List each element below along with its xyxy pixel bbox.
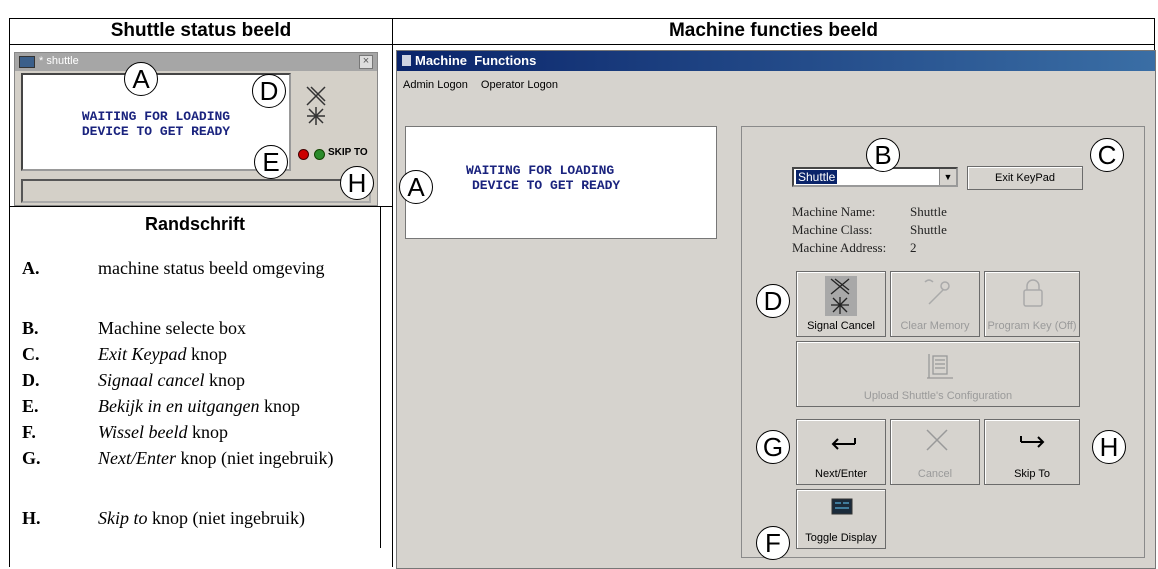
shuttle-titlebar: * shuttle × bbox=[15, 53, 377, 71]
clear-memory-label: Clear Memory bbox=[900, 320, 970, 332]
machine-functions-heading: Machine functies beeld bbox=[668, 20, 879, 41]
program-key-button[interactable]: Program Key (Off) bbox=[984, 271, 1080, 337]
legend-key: H. bbox=[22, 508, 41, 528]
monitor-icon bbox=[831, 498, 853, 515]
close-icon[interactable]: × bbox=[359, 55, 373, 69]
callout-b: B bbox=[866, 138, 900, 172]
callout-c: C bbox=[1090, 138, 1124, 172]
machine-address-label: Machine Address: bbox=[792, 240, 887, 255]
status-line-2: DEVICE TO GET READY bbox=[81, 124, 231, 139]
legend-key: E. bbox=[22, 396, 39, 416]
legend-key: D. bbox=[22, 370, 40, 390]
legend-key: F. bbox=[22, 422, 36, 442]
top-rule bbox=[9, 18, 1155, 19]
app-icon bbox=[402, 55, 411, 66]
chevron-down-icon[interactable]: ▼ bbox=[939, 169, 956, 185]
legend-heading: Randschrift bbox=[144, 214, 245, 234]
legend-text: knop bbox=[259, 396, 300, 416]
callout-g: G bbox=[756, 430, 790, 464]
exit-keypad-label: Exit KeyPad bbox=[995, 172, 1055, 184]
next-enter-label: Next/Enter bbox=[815, 468, 867, 480]
callout-f: F bbox=[756, 526, 790, 560]
machine-title-text: Machine Functions bbox=[415, 53, 537, 68]
app-icon bbox=[19, 56, 35, 68]
skip-to-button[interactable]: SKIP TO bbox=[328, 147, 368, 158]
legend-text: knop (niet ingebruik) bbox=[147, 508, 305, 528]
toggle-display-label: Toggle Display bbox=[805, 532, 877, 544]
legend-key: C. bbox=[22, 344, 40, 364]
callout-h: H bbox=[1092, 430, 1126, 464]
cancel-label: Cancel bbox=[917, 468, 953, 480]
left-rule bbox=[9, 18, 10, 567]
machine-name-value: Shuttle bbox=[910, 204, 947, 219]
shuttle-window: * shuttle × WAITING FOR LOADING DEVICE T… bbox=[14, 52, 378, 206]
signal-cancel-label: Signal Cancel bbox=[807, 320, 875, 332]
legend-text: knop bbox=[204, 370, 245, 390]
output-led-icon[interactable] bbox=[314, 149, 325, 160]
legend-rule bbox=[9, 206, 392, 207]
callout-d: D bbox=[756, 284, 790, 318]
legend-text-italic: Wissel beeld bbox=[98, 422, 188, 442]
program-key-label: Program Key (Off) bbox=[987, 320, 1077, 332]
skip-to-button[interactable]: Skip To bbox=[984, 419, 1080, 485]
signal-cancel-icon bbox=[825, 276, 857, 316]
legend-text: machine status beeld omgeving bbox=[98, 258, 325, 278]
header-rule bbox=[9, 44, 1155, 45]
lock-icon bbox=[1023, 279, 1043, 307]
upload-configuration-button[interactable]: Upload Shuttle's Configuration bbox=[796, 341, 1080, 407]
next-enter-button[interactable]: Next/Enter bbox=[796, 419, 886, 485]
shuttle-statusbar bbox=[21, 179, 371, 203]
callout-a: A bbox=[124, 62, 158, 96]
machine-name-label: Machine Name: bbox=[792, 204, 876, 219]
skip-to-label: Skip To bbox=[1014, 468, 1050, 480]
input-led-icon[interactable] bbox=[298, 149, 309, 160]
machine-class-value: Shuttle bbox=[910, 222, 947, 237]
center-rule bbox=[392, 18, 393, 567]
machine-titlebar: Machine Functions bbox=[397, 51, 1155, 71]
legend-text-italic: Signaal cancel bbox=[98, 370, 205, 390]
signal-cancel-button[interactable]: Signal Cancel bbox=[796, 271, 886, 337]
legend-key: A. bbox=[22, 258, 40, 278]
callout-a: A bbox=[399, 170, 433, 204]
legend-text: knop bbox=[186, 344, 227, 364]
cancel-button[interactable]: Cancel bbox=[890, 419, 980, 485]
legend-text-italic: Bekijk in en uitgangen bbox=[98, 396, 260, 416]
close-icon bbox=[926, 429, 948, 451]
clear-memory-icon bbox=[924, 279, 950, 305]
upload-configuration-label: Upload Shuttle's Configuration bbox=[863, 390, 1013, 402]
status-line-2: DEVICE TO GET READY bbox=[472, 178, 621, 193]
menu-admin-logon[interactable]: Admin Logon bbox=[403, 79, 468, 91]
callout-h: H bbox=[340, 166, 374, 200]
control-panel: Shuttle ▼ Exit KeyPad Machine Name: Shut… bbox=[741, 126, 1145, 558]
status-line-1: WAITING FOR LOADING bbox=[81, 109, 231, 124]
signal-cancel-icon[interactable] bbox=[303, 83, 331, 129]
exit-keypad-button[interactable]: Exit KeyPad bbox=[967, 166, 1083, 190]
callout-d: D bbox=[252, 74, 286, 108]
legend-text-italic: Skip to bbox=[98, 508, 148, 528]
machine-address-value: 2 bbox=[910, 240, 917, 255]
enter-arrow-icon bbox=[831, 438, 856, 450]
legend-key: B. bbox=[22, 318, 39, 338]
legend-text: knop bbox=[187, 422, 228, 442]
machine-select-value: Shuttle bbox=[796, 170, 838, 184]
machine-status-display: WAITING FOR LOADING DEVICE TO GET READY bbox=[405, 126, 717, 239]
skip-arrow-icon bbox=[1020, 436, 1045, 448]
menu-bar: Admin Logon Operator Logon bbox=[403, 79, 568, 91]
upload-config-icon bbox=[927, 354, 953, 379]
shuttle-title-text: * shuttle bbox=[39, 55, 79, 67]
menu-operator-logon[interactable]: Operator Logon bbox=[481, 79, 558, 91]
legend-text: knop (niet ingebruik) bbox=[175, 448, 334, 468]
legend-text: Machine selecte box bbox=[98, 318, 246, 338]
toggle-display-button[interactable]: Toggle Display bbox=[796, 489, 886, 549]
machine-class-label: Machine Class: bbox=[792, 222, 873, 237]
shuttle-status-heading: Shuttle status beeld bbox=[110, 20, 292, 41]
callout-e: E bbox=[254, 145, 288, 179]
shuttle-status-display: WAITING FOR LOADING DEVICE TO GET READY bbox=[21, 73, 291, 171]
legend-text-italic: Next/Enter bbox=[98, 448, 176, 468]
status-line-1: WAITING FOR LOADING bbox=[466, 163, 615, 178]
legend-key: G. bbox=[22, 448, 41, 468]
clear-memory-button[interactable]: Clear Memory bbox=[890, 271, 980, 337]
legend-text-italic: Exit Keypad bbox=[98, 344, 187, 364]
